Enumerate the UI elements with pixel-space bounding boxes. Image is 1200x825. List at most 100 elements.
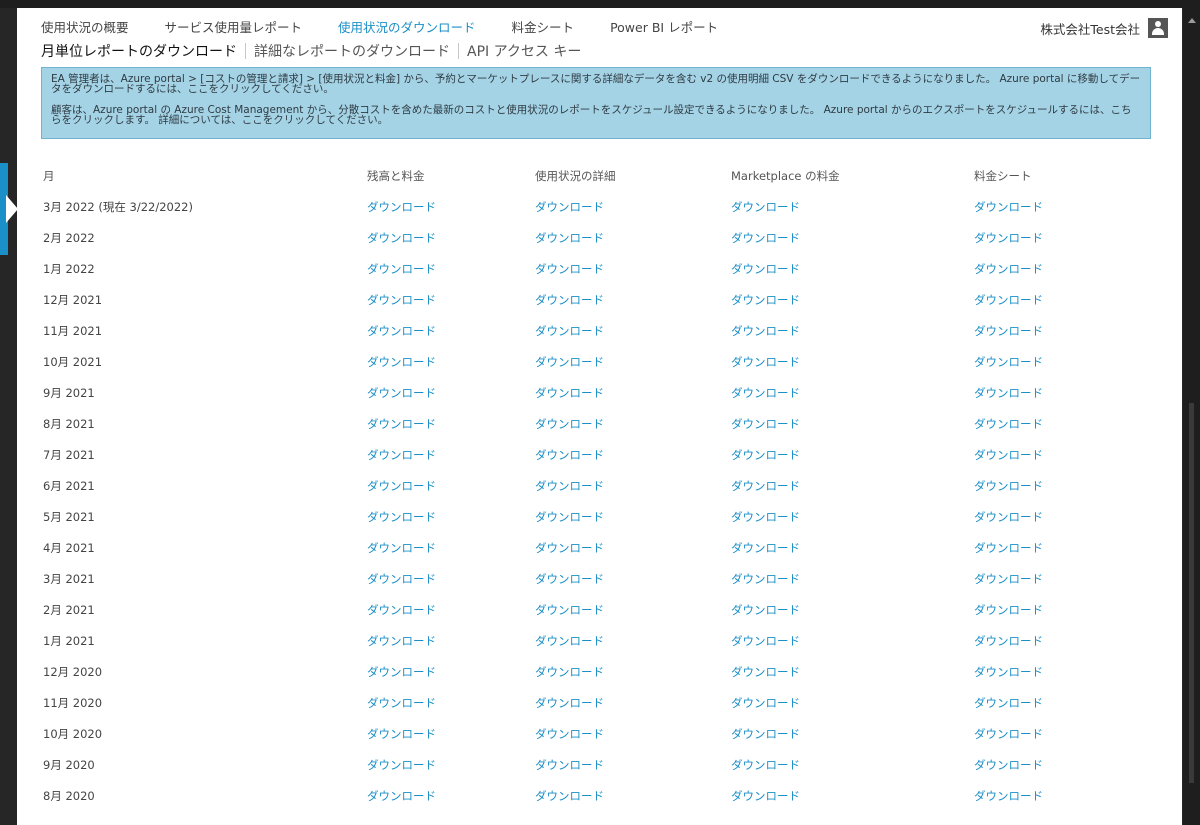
download-link-balance-charges[interactable]: ダウンロード bbox=[367, 540, 436, 556]
download-link-price-sheet[interactable]: ダウンロード bbox=[974, 447, 1043, 463]
download-link-usage-details[interactable]: ダウンロード bbox=[535, 757, 604, 773]
table-row: 8月 2020 ダウンロード ダウンロード ダウンロード ダウンロード bbox=[41, 788, 1161, 819]
download-link-price-sheet[interactable]: ダウンロード bbox=[974, 633, 1043, 649]
download-link-usage-details[interactable]: ダウンロード bbox=[535, 788, 604, 804]
nav-usage-download[interactable]: 使用状況のダウンロード bbox=[338, 17, 476, 35]
download-link-marketplace-charges[interactable]: ダウンロード bbox=[731, 385, 800, 401]
download-link-usage-details[interactable]: ダウンロード bbox=[535, 385, 604, 401]
tab-api-access-key[interactable]: API アクセス キー bbox=[467, 41, 581, 61]
download-link-price-sheet[interactable]: ダウンロード bbox=[974, 323, 1043, 339]
download-link-balance-charges[interactable]: ダウンロード bbox=[367, 230, 436, 246]
download-link-balance-charges[interactable]: ダウンロード bbox=[367, 199, 436, 215]
download-link-usage-details[interactable]: ダウンロード bbox=[535, 540, 604, 556]
download-link-balance-charges[interactable]: ダウンロード bbox=[367, 261, 436, 277]
download-link-balance-charges[interactable]: ダウンロード bbox=[367, 292, 436, 308]
download-link-marketplace-charges[interactable]: ダウンロード bbox=[731, 757, 800, 773]
download-link-usage-details[interactable]: ダウンロード bbox=[535, 633, 604, 649]
tab-monthly-report-download[interactable]: 月単位レポートのダウンロード bbox=[41, 41, 237, 61]
scrollbar[interactable] bbox=[1183, 8, 1200, 825]
download-link-marketplace-charges[interactable]: ダウンロード bbox=[731, 633, 800, 649]
download-link-balance-charges[interactable]: ダウンロード bbox=[367, 633, 436, 649]
download-link-balance-charges[interactable]: ダウンロード bbox=[367, 726, 436, 742]
download-link-usage-details[interactable]: ダウンロード bbox=[535, 292, 604, 308]
download-link-usage-details[interactable]: ダウンロード bbox=[535, 602, 604, 618]
download-link-marketplace-charges[interactable]: ダウンロード bbox=[731, 540, 800, 556]
download-link-price-sheet[interactable]: ダウンロード bbox=[974, 602, 1043, 618]
download-link-price-sheet[interactable]: ダウンロード bbox=[974, 788, 1043, 804]
nav-power-bi-report[interactable]: Power BI レポート bbox=[610, 17, 718, 35]
user-icon[interactable] bbox=[1148, 18, 1168, 38]
org-name[interactable]: 株式会社Test会社 bbox=[1040, 19, 1140, 38]
download-link-balance-charges[interactable]: ダウンロード bbox=[367, 664, 436, 680]
download-link-usage-details[interactable]: ダウンロード bbox=[535, 695, 604, 711]
download-link-usage-details[interactable]: ダウンロード bbox=[535, 571, 604, 587]
header-usage-details: 使用状況の詳細 bbox=[535, 169, 616, 183]
download-link-balance-charges[interactable]: ダウンロード bbox=[367, 788, 436, 804]
nav-service-usage-report[interactable]: サービス使用量レポート bbox=[165, 17, 303, 35]
download-link-marketplace-charges[interactable]: ダウンロード bbox=[731, 509, 800, 525]
download-link-marketplace-charges[interactable]: ダウンロード bbox=[731, 354, 800, 370]
download-link-balance-charges[interactable]: ダウンロード bbox=[367, 385, 436, 401]
download-link-marketplace-charges[interactable]: ダウンロード bbox=[731, 416, 800, 432]
scroll-up-icon[interactable] bbox=[1188, 18, 1196, 23]
download-link-usage-details[interactable]: ダウンロード bbox=[535, 447, 604, 463]
download-link-marketplace-charges[interactable]: ダウンロード bbox=[731, 478, 800, 494]
download-link-price-sheet[interactable]: ダウンロード bbox=[974, 478, 1043, 494]
download-link-marketplace-charges[interactable]: ダウンロード bbox=[731, 447, 800, 463]
download-link-price-sheet[interactable]: ダウンロード bbox=[974, 199, 1043, 215]
nav-usage-summary[interactable]: 使用状況の概要 bbox=[41, 17, 129, 35]
download-link-price-sheet[interactable]: ダウンロード bbox=[974, 664, 1043, 680]
info-banner-text-2[interactable]: 顧客は、Azure portal の Azure Cost Management… bbox=[51, 105, 1141, 126]
nav-price-sheet[interactable]: 料金シート bbox=[512, 17, 575, 35]
download-link-balance-charges[interactable]: ダウンロード bbox=[367, 416, 436, 432]
org-account[interactable]: 株式会社Test会社 bbox=[1040, 18, 1168, 38]
download-link-usage-details[interactable]: ダウンロード bbox=[535, 478, 604, 494]
download-link-marketplace-charges[interactable]: ダウンロード bbox=[731, 199, 800, 215]
download-link-balance-charges[interactable]: ダウンロード bbox=[367, 571, 436, 587]
download-link-price-sheet[interactable]: ダウンロード bbox=[974, 571, 1043, 587]
download-link-usage-details[interactable]: ダウンロード bbox=[535, 726, 604, 742]
download-link-usage-details[interactable]: ダウンロード bbox=[535, 664, 604, 680]
row-month: 8月 2021 bbox=[43, 417, 95, 431]
download-link-balance-charges[interactable]: ダウンロード bbox=[367, 354, 436, 370]
download-link-marketplace-charges[interactable]: ダウンロード bbox=[731, 726, 800, 742]
download-link-marketplace-charges[interactable]: ダウンロード bbox=[731, 602, 800, 618]
download-link-usage-details[interactable]: ダウンロード bbox=[535, 416, 604, 432]
info-banner-text-1[interactable]: EA 管理者は、Azure portal > [コストの管理と請求] > [使用… bbox=[51, 74, 1141, 95]
download-link-marketplace-charges[interactable]: ダウンロード bbox=[731, 664, 800, 680]
download-link-marketplace-charges[interactable]: ダウンロード bbox=[731, 571, 800, 587]
download-link-usage-details[interactable]: ダウンロード bbox=[535, 323, 604, 339]
download-link-marketplace-charges[interactable]: ダウンロード bbox=[731, 695, 800, 711]
download-link-price-sheet[interactable]: ダウンロード bbox=[974, 230, 1043, 246]
download-link-price-sheet[interactable]: ダウンロード bbox=[974, 726, 1043, 742]
download-link-balance-charges[interactable]: ダウンロード bbox=[367, 602, 436, 618]
download-link-usage-details[interactable]: ダウンロード bbox=[535, 230, 604, 246]
download-link-price-sheet[interactable]: ダウンロード bbox=[974, 757, 1043, 773]
download-link-price-sheet[interactable]: ダウンロード bbox=[974, 354, 1043, 370]
download-link-usage-details[interactable]: ダウンロード bbox=[535, 354, 604, 370]
download-link-price-sheet[interactable]: ダウンロード bbox=[974, 695, 1043, 711]
tab-detailed-report-download[interactable]: 詳細なレポートのダウンロード bbox=[254, 41, 450, 61]
download-link-marketplace-charges[interactable]: ダウンロード bbox=[731, 261, 800, 277]
download-link-price-sheet[interactable]: ダウンロード bbox=[974, 540, 1043, 556]
download-link-price-sheet[interactable]: ダウンロード bbox=[974, 416, 1043, 432]
download-link-balance-charges[interactable]: ダウンロード bbox=[367, 478, 436, 494]
download-link-marketplace-charges[interactable]: ダウンロード bbox=[731, 323, 800, 339]
table-row: 11月 2020 ダウンロード ダウンロード ダウンロード ダウンロード bbox=[41, 695, 1161, 726]
download-link-balance-charges[interactable]: ダウンロード bbox=[367, 695, 436, 711]
download-link-price-sheet[interactable]: ダウンロード bbox=[974, 385, 1043, 401]
download-link-balance-charges[interactable]: ダウンロード bbox=[367, 757, 436, 773]
download-link-price-sheet[interactable]: ダウンロード bbox=[974, 292, 1043, 308]
download-link-balance-charges[interactable]: ダウンロード bbox=[367, 323, 436, 339]
download-link-balance-charges[interactable]: ダウンロード bbox=[367, 509, 436, 525]
scrollbar-thumb[interactable] bbox=[1189, 403, 1194, 783]
download-link-marketplace-charges[interactable]: ダウンロード bbox=[731, 292, 800, 308]
download-link-price-sheet[interactable]: ダウンロード bbox=[974, 261, 1043, 277]
download-link-usage-details[interactable]: ダウンロード bbox=[535, 199, 604, 215]
download-link-marketplace-charges[interactable]: ダウンロード bbox=[731, 788, 800, 804]
download-link-balance-charges[interactable]: ダウンロード bbox=[367, 447, 436, 463]
download-link-usage-details[interactable]: ダウンロード bbox=[535, 261, 604, 277]
download-link-price-sheet[interactable]: ダウンロード bbox=[974, 509, 1043, 525]
download-link-usage-details[interactable]: ダウンロード bbox=[535, 509, 604, 525]
download-link-marketplace-charges[interactable]: ダウンロード bbox=[731, 230, 800, 246]
